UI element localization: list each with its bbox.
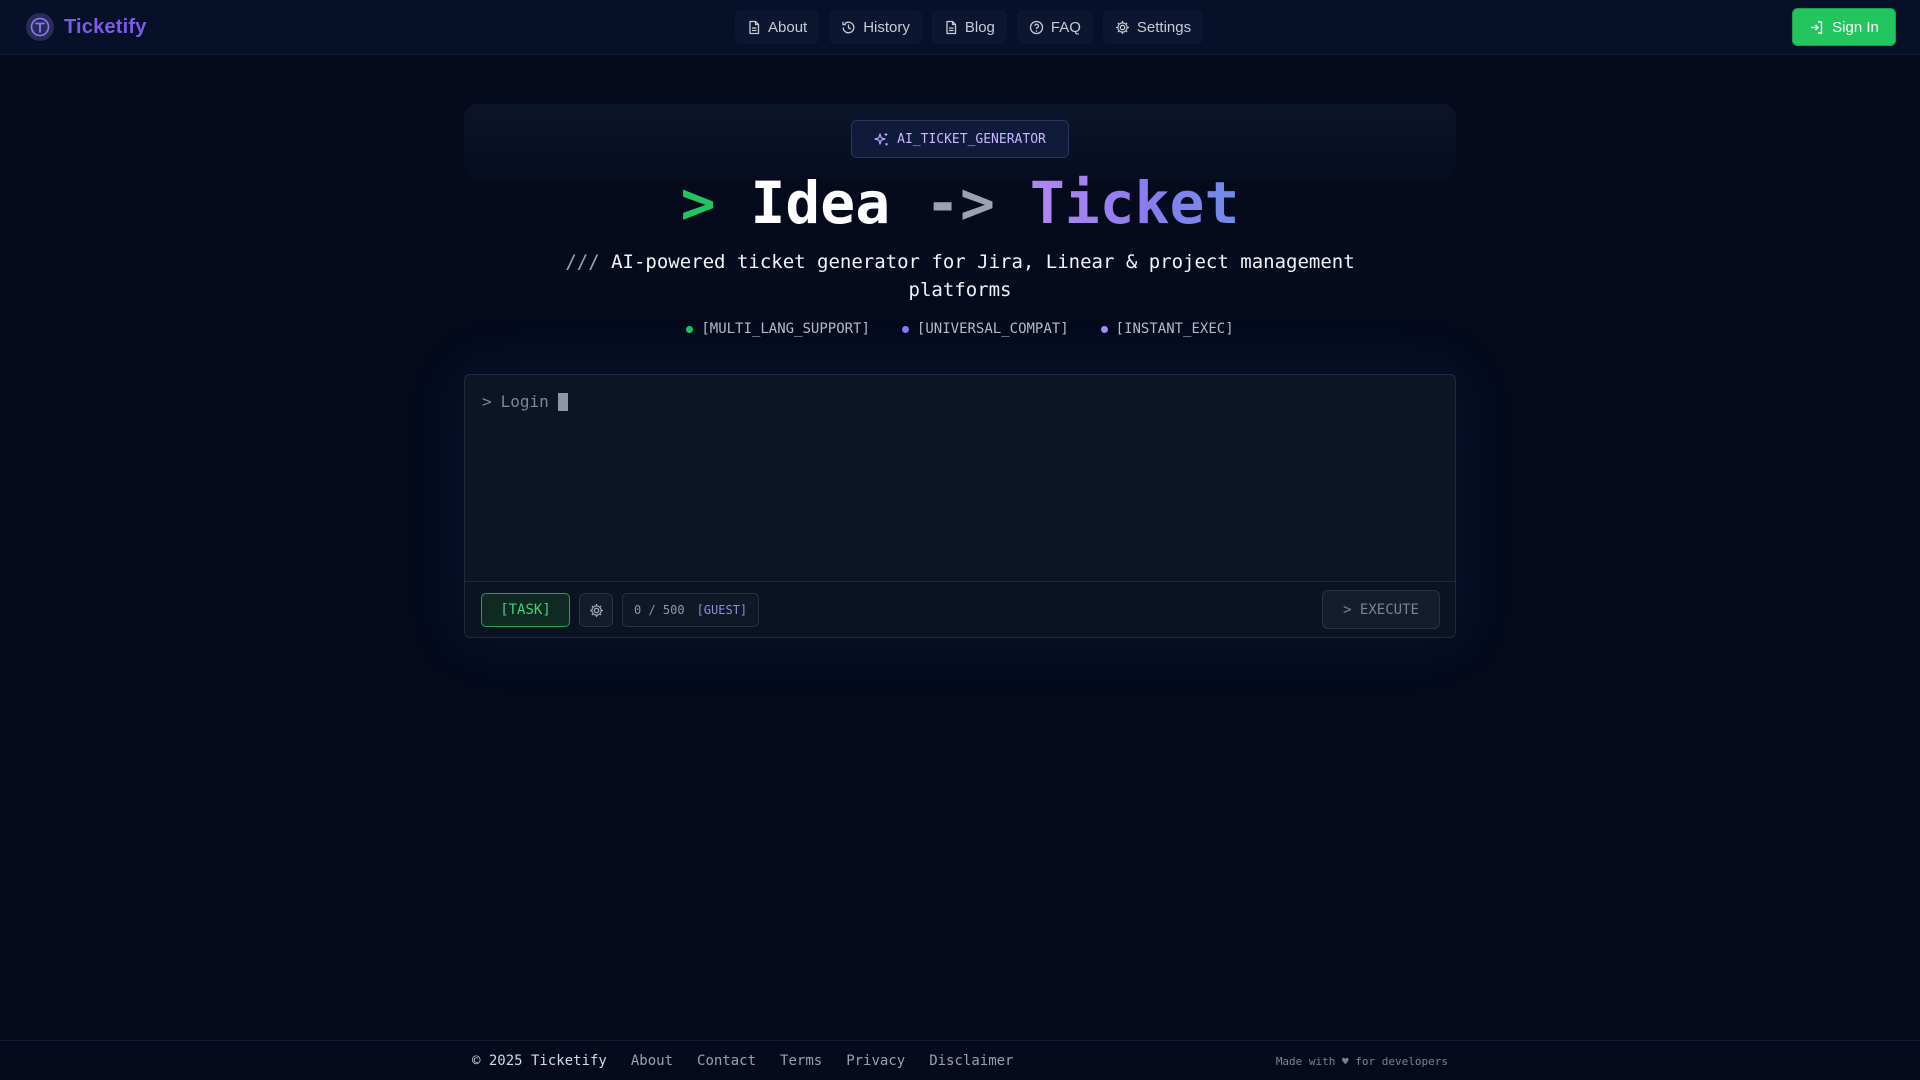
character-counter: 0 / 500 [GUEST]: [622, 593, 760, 627]
guest-tag: [GUEST]: [696, 603, 748, 617]
brand-logo-link[interactable]: Ticketify: [26, 13, 147, 41]
headline-arrow: ->: [925, 169, 995, 237]
feature-label: [UNIVERSAL_COMPAT]: [916, 321, 1069, 337]
execute-label: > EXECUTE: [1343, 601, 1419, 618]
execute-button[interactable]: > EXECUTE: [1322, 590, 1440, 629]
nav-about[interactable]: About: [735, 10, 820, 44]
footer: © 2025 Ticketify About Contact Terms Pri…: [0, 1040, 1920, 1080]
history-icon: [842, 21, 855, 33]
footer-links: © 2025 Ticketify About Contact Terms Pri…: [472, 1053, 1038, 1069]
top-navbar: Ticketify About History Blog FAQ Setting…: [0, 0, 1920, 55]
nav-history-label: History: [863, 18, 910, 36]
subtitle-text: AI-powered ticket generator for Jira, Li…: [611, 251, 1355, 301]
feature-dot-violet: [1100, 325, 1108, 333]
nav-about-label: About: [768, 18, 808, 36]
gear-icon: [1115, 20, 1129, 34]
feature-label: [INSTANT_EXEC]: [1115, 321, 1234, 337]
footer-link-privacy[interactable]: Privacy: [846, 1053, 905, 1069]
footer-link-about[interactable]: About: [631, 1053, 673, 1069]
ticketify-logo-icon: [26, 13, 54, 41]
file-icon: [946, 20, 957, 34]
prompt-symbol: >: [482, 392, 492, 411]
counter-value: 0 / 500: [634, 603, 685, 617]
feature-dot-purple: [901, 325, 909, 333]
footer-link-contact[interactable]: Contact: [697, 1053, 756, 1069]
feature-item: [MULTI_LANG_SUPPORT]: [686, 321, 870, 337]
nav-blog[interactable]: Blog: [931, 10, 1007, 44]
nav-history[interactable]: History: [829, 10, 922, 44]
idea-input-value: Login: [500, 392, 549, 411]
nav-settings-label: Settings: [1136, 18, 1192, 36]
text-cursor: [557, 392, 568, 411]
log-in-icon: [1811, 20, 1823, 34]
feature-item: [UNIVERSAL_COMPAT]: [901, 321, 1069, 337]
input-toolbar: [TASK] 0 / 500 [GUEST] > EXECUTE: [465, 581, 1455, 637]
subtitle-prefix: ///: [565, 251, 600, 273]
headline-idea: Idea: [750, 169, 891, 237]
sign-in-button[interactable]: Sign In: [1792, 8, 1896, 46]
headline-ticket: Ticket: [1029, 169, 1240, 237]
idea-input-panel: > Login [TASK] 0 / 500 [GUEST] > EXECUTE: [464, 374, 1456, 638]
sparkles-icon: [874, 132, 888, 145]
nav-blog-label: Blog: [964, 18, 995, 36]
task-type-label: [TASK]: [500, 602, 551, 618]
main-nav: About History Blog FAQ Settings: [735, 10, 1204, 44]
footer-link-disclaimer[interactable]: Disclaimer: [929, 1053, 1013, 1069]
idea-input[interactable]: > Login: [482, 392, 568, 411]
input-settings-button[interactable]: [579, 593, 613, 627]
feature-dot-green: [686, 325, 694, 333]
hero-subtitle: /// AI-powered ticket generator for Jira…: [560, 248, 1360, 304]
brand-name: Ticketify: [64, 15, 147, 38]
feature-item: [INSTANT_EXEC]: [1100, 321, 1234, 337]
file-icon: [749, 20, 760, 34]
badge-label: AI_TICKET_GENERATOR: [897, 131, 1046, 147]
made-with-note: Made with ♥ for developers: [1275, 1055, 1448, 1068]
nav-settings[interactable]: Settings: [1102, 10, 1204, 44]
nav-faq-label: FAQ: [1050, 18, 1081, 36]
page-title: > Idea -> Ticket: [0, 163, 1920, 243]
footer-link-terms[interactable]: Terms: [780, 1053, 822, 1069]
nav-faq[interactable]: FAQ: [1016, 10, 1093, 44]
feature-list: [MULTI_LANG_SUPPORT] [UNIVERSAL_COMPAT] …: [0, 321, 1920, 337]
gear-icon: [589, 603, 603, 617]
copyright: © 2025 Ticketify: [472, 1053, 607, 1069]
help-circle-icon: [1029, 20, 1044, 34]
feature-label: [MULTI_LANG_SUPPORT]: [701, 321, 870, 337]
headline-prompt: >: [680, 169, 716, 237]
task-type-button[interactable]: [TASK]: [481, 593, 570, 627]
sign-in-label: Sign In: [1832, 18, 1879, 36]
ai-generator-badge: AI_TICKET_GENERATOR: [851, 120, 1069, 158]
